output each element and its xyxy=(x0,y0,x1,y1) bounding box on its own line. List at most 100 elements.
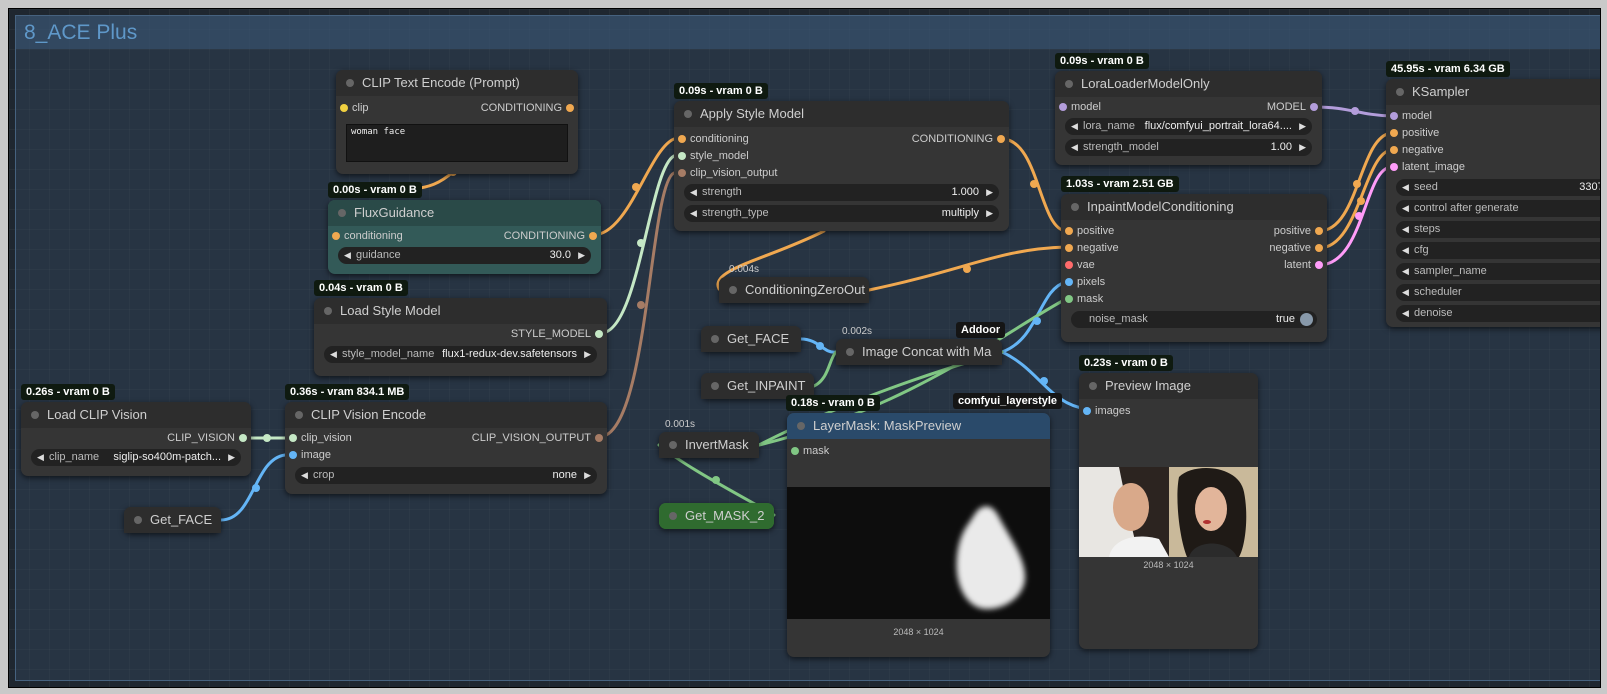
arrow-left-icon[interactable]: ◀ xyxy=(301,467,308,484)
input-mask[interactable]: mask xyxy=(1061,291,1103,307)
arrow-left-icon[interactable]: ◀ xyxy=(1402,284,1409,301)
socket-icon[interactable] xyxy=(1059,103,1067,111)
collapse-dot-icon[interactable] xyxy=(134,516,142,524)
node-flux-guidance[interactable]: FluxGuidance conditioning CONDITIONING ◀… xyxy=(328,200,601,274)
node-title[interactable]: LayerMask: MaskPreview xyxy=(787,413,1050,439)
socket-icon[interactable] xyxy=(1065,261,1073,269)
node-title[interactable]: LoraLoaderModelOnly xyxy=(1055,71,1322,97)
node-title[interactable]: Apply Style Model xyxy=(674,101,1009,127)
input-model[interactable]: model xyxy=(1386,108,1432,124)
node-canvas[interactable]: 8_ACE Plus CLIP Text Encode (Prompt) cli… xyxy=(8,8,1601,688)
collapse-dot-icon[interactable] xyxy=(1089,382,1097,390)
output-conditioning[interactable]: CONDITIONING xyxy=(481,100,578,116)
input-mask[interactable]: mask xyxy=(787,443,829,459)
arrow-right-icon[interactable]: ▶ xyxy=(578,247,585,264)
sampler-name-widget[interactable]: ◀ sampler_name xyxy=(1396,263,1600,280)
collapse-dot-icon[interactable] xyxy=(846,348,854,356)
seed-widget[interactable]: ◀ seed 330714 xyxy=(1396,179,1600,196)
output-conditioning[interactable]: CONDITIONING xyxy=(504,228,601,244)
node-ksampler[interactable]: KSampler model positive negative latent_… xyxy=(1386,79,1600,327)
node-conditioning-zero-out[interactable]: ConditioningZeroOut xyxy=(719,277,869,303)
input-conditioning[interactable]: conditioning xyxy=(328,228,403,244)
socket-icon[interactable] xyxy=(1065,227,1073,235)
arrow-left-icon[interactable]: ◀ xyxy=(1402,200,1409,217)
input-conditioning[interactable]: conditioning xyxy=(674,131,749,147)
collapse-dot-icon[interactable] xyxy=(797,422,805,430)
socket-icon[interactable] xyxy=(678,169,686,177)
node-title[interactable]: ConditioningZeroOut xyxy=(719,277,869,303)
input-image[interactable]: image xyxy=(285,447,331,463)
output-clip-vision[interactable]: CLIP_VISION xyxy=(167,430,251,446)
arrow-left-icon[interactable]: ◀ xyxy=(1402,242,1409,259)
collapse-dot-icon[interactable] xyxy=(295,411,303,419)
collapse-dot-icon[interactable] xyxy=(669,512,677,520)
input-clip-vision[interactable]: clip_vision xyxy=(285,430,352,446)
strength-type-widget[interactable]: ◀ strength_type multiply ▶ xyxy=(684,205,999,222)
input-latent-image[interactable]: latent_image xyxy=(1386,159,1465,175)
node-title[interactable]: FluxGuidance xyxy=(328,200,601,226)
socket-icon[interactable] xyxy=(1083,407,1091,415)
input-clip-vision-output[interactable]: clip_vision_output xyxy=(674,165,777,181)
node-title[interactable]: Image Concat with Ma xyxy=(836,339,1002,365)
lora-name-widget[interactable]: ◀ lora_name flux/comfyui_portrait_lora64..… xyxy=(1065,118,1312,135)
socket-icon[interactable] xyxy=(239,434,247,442)
collapse-dot-icon[interactable] xyxy=(324,307,332,315)
collapse-dot-icon[interactable] xyxy=(346,79,354,87)
socket-icon[interactable] xyxy=(340,104,348,112)
node-title[interactable]: Get_MASK_2 xyxy=(659,503,774,529)
node-load-clip-vision[interactable]: Load CLIP Vision CLIP_VISION ◀ clip_name s… xyxy=(21,402,251,476)
arrow-left-icon[interactable]: ◀ xyxy=(330,346,337,363)
socket-icon[interactable] xyxy=(1390,129,1398,137)
node-image-concat[interactable]: Image Concat with Ma xyxy=(836,339,1002,365)
node-inpaint-conditioning[interactable]: InpaintModelConditioning positive negati… xyxy=(1061,194,1327,342)
socket-icon[interactable] xyxy=(1390,163,1398,171)
node-get-face[interactable]: Get_FACE xyxy=(701,326,801,352)
scheduler-widget[interactable]: ◀schedulers xyxy=(1396,284,1600,301)
arrow-left-icon[interactable]: ◀ xyxy=(690,205,697,222)
arrow-left-icon[interactable]: ◀ xyxy=(1402,179,1409,196)
node-title[interactable]: Preview Image xyxy=(1079,373,1258,399)
socket-icon[interactable] xyxy=(289,434,297,442)
arrow-right-icon[interactable]: ▶ xyxy=(986,205,993,222)
collapse-dot-icon[interactable] xyxy=(684,110,692,118)
output-clip-vision-output[interactable]: CLIP_VISION_OUTPUT xyxy=(472,430,607,446)
socket-icon[interactable] xyxy=(678,135,686,143)
collapse-dot-icon[interactable] xyxy=(669,441,677,449)
arrow-right-icon[interactable]: ▶ xyxy=(986,184,993,201)
collapse-dot-icon[interactable] xyxy=(711,382,719,390)
noise-mask-toggle[interactable]: noise_mask true xyxy=(1071,311,1317,328)
crop-widget[interactable]: ◀ crop none ▶ xyxy=(295,467,597,484)
node-preview-image[interactable]: Preview Image images 2048 × 1024 xyxy=(1079,373,1258,649)
socket-icon[interactable] xyxy=(1065,244,1073,252)
arrow-left-icon[interactable]: ◀ xyxy=(690,184,697,201)
input-negative[interactable]: negative xyxy=(1386,142,1444,158)
input-clip[interactable]: clip xyxy=(336,100,369,116)
socket-icon[interactable] xyxy=(678,152,686,160)
input-images[interactable]: images xyxy=(1079,403,1130,419)
socket-icon[interactable] xyxy=(1315,244,1323,252)
node-get-face[interactable]: Get_FACE xyxy=(124,507,221,533)
output-style-model[interactable]: STYLE_MODEL xyxy=(511,326,607,342)
output-conditioning[interactable]: CONDITIONING xyxy=(912,131,1009,147)
collapse-dot-icon[interactable] xyxy=(711,335,719,343)
socket-icon[interactable] xyxy=(589,232,597,240)
node-title[interactable]: Get_FACE xyxy=(701,326,801,352)
collapse-dot-icon[interactable] xyxy=(1065,80,1073,88)
socket-icon[interactable] xyxy=(1310,103,1318,111)
node-clip-text-encode[interactable]: CLIP Text Encode (Prompt) clip CONDITION… xyxy=(336,70,578,174)
input-positive[interactable]: positive xyxy=(1386,125,1439,141)
prompt-textarea[interactable]: woman face xyxy=(346,124,568,162)
socket-icon[interactable] xyxy=(566,104,574,112)
arrow-left-icon[interactable]: ◀ xyxy=(1402,221,1409,238)
arrow-left-icon[interactable]: ◀ xyxy=(1402,263,1409,280)
arrow-right-icon[interactable]: ▶ xyxy=(1299,139,1306,156)
socket-icon[interactable] xyxy=(1315,227,1323,235)
node-load-style-model[interactable]: Load Style Model STYLE_MODEL ◀ style_mode… xyxy=(314,298,607,376)
socket-icon[interactable] xyxy=(1315,261,1323,269)
denoise-widget[interactable]: ◀ denoise xyxy=(1396,305,1600,322)
node-clip-vision-encode[interactable]: CLIP Vision Encode clip_vision image CLI… xyxy=(285,402,607,494)
node-title[interactable]: CLIP Vision Encode xyxy=(285,402,607,428)
socket-icon[interactable] xyxy=(595,434,603,442)
style-model-name-widget[interactable]: ◀ style_model_name flux1-redux-dev.safeten… xyxy=(324,346,597,363)
strength-model-widget[interactable]: ◀ strength_model 1.00 ▶ xyxy=(1065,139,1312,156)
